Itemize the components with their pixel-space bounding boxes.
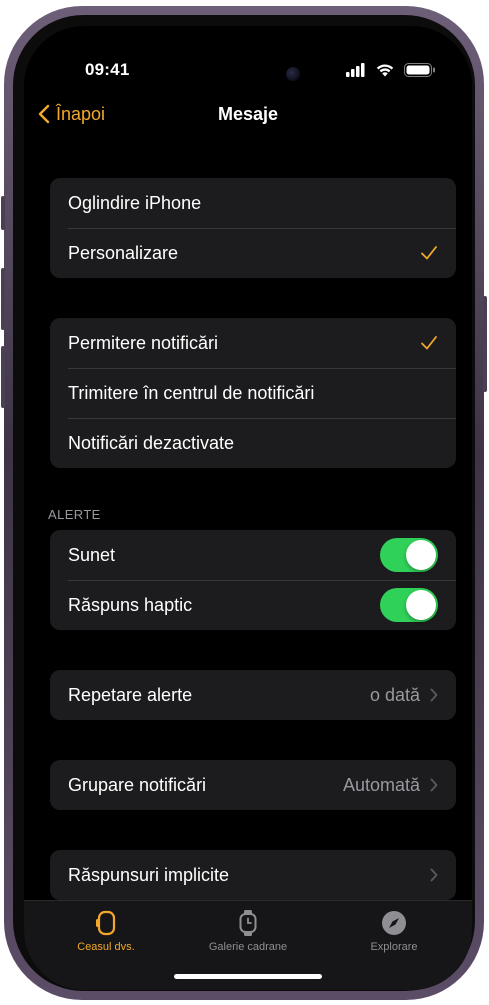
dynamic-island bbox=[188, 56, 314, 92]
option-value: Automată bbox=[342, 774, 420, 795]
option-label: Personalizare bbox=[68, 242, 179, 263]
mirror-settings-group: Oglindire iPhone Personalizare bbox=[50, 178, 456, 278]
compass-icon bbox=[324, 909, 464, 937]
toggle-knob bbox=[406, 540, 436, 570]
tab-label: Explorare bbox=[370, 941, 418, 953]
watch-icon bbox=[36, 909, 176, 937]
default-replies-group: Răspunsuri implicite bbox=[50, 850, 456, 900]
checkmark-icon bbox=[420, 245, 438, 261]
haptic-toggle[interactable] bbox=[380, 588, 438, 622]
checkmark-icon bbox=[420, 335, 438, 351]
option-send-to-notification-center[interactable]: Trimitere în centrul de notificări bbox=[50, 368, 456, 418]
tab-my-watch[interactable]: Ceasul dvs. bbox=[36, 909, 176, 953]
battery-icon bbox=[404, 63, 435, 77]
chevron-right-icon bbox=[430, 688, 438, 702]
haptic-row: Răspuns haptic bbox=[50, 580, 456, 630]
status-icons bbox=[346, 62, 438, 78]
section-header-alerts: ALERTE bbox=[48, 507, 101, 522]
option-label: Repetare alerte bbox=[68, 684, 193, 705]
wifi-icon bbox=[376, 64, 394, 77]
repeat-alerts-row[interactable]: Repetare alerte o dată bbox=[50, 670, 456, 720]
default-replies-row[interactable]: Răspunsuri implicite bbox=[50, 850, 456, 900]
tab-discover[interactable]: Explorare bbox=[324, 909, 464, 953]
option-label: Trimitere în centrul de notificări bbox=[68, 382, 315, 403]
group-notifications-row[interactable]: Grupare notificări Automată bbox=[50, 760, 456, 810]
option-label: Oglindire iPhone bbox=[68, 192, 202, 213]
volume-down-button bbox=[1, 346, 5, 408]
option-allow-notifications[interactable]: Permitere notificări bbox=[50, 318, 456, 368]
tab-label: Galerie cadrane bbox=[208, 941, 288, 953]
screen: 09:41 Înapoi Mesaje Oglindire iPhone Per… bbox=[24, 26, 472, 990]
option-custom[interactable]: Personalizare bbox=[50, 228, 456, 278]
tab-face-gallery[interactable]: Galerie cadrane bbox=[178, 909, 318, 953]
status-time: 09:41 bbox=[85, 60, 130, 79]
option-label: Grupare notificări bbox=[68, 774, 207, 795]
page-title: Mesaje bbox=[217, 104, 279, 124]
group-notifications-group: Grupare notificări Automată bbox=[50, 760, 456, 810]
option-notifications-off[interactable]: Notificări dezactivate bbox=[50, 418, 456, 468]
option-value: o dată bbox=[369, 684, 420, 705]
watch-face-icon bbox=[178, 909, 318, 937]
option-mirror-iphone[interactable]: Oglindire iPhone bbox=[50, 178, 456, 228]
repeat-alerts-group: Repetare alerte o dată bbox=[50, 670, 456, 720]
option-label: Răspunsuri implicite bbox=[68, 864, 230, 885]
notification-mode-group: Permitere notificări Trimitere în centru… bbox=[50, 318, 456, 468]
chevron-right-icon bbox=[430, 868, 438, 882]
signal-icon bbox=[346, 63, 435, 77]
option-label: Permitere notificări bbox=[68, 332, 219, 353]
action-button bbox=[1, 196, 5, 230]
tab-bar: Ceasul dvs. Galerie cadrane Explorare bbox=[24, 900, 472, 990]
sound-toggle[interactable] bbox=[380, 538, 438, 572]
option-label: Notificări dezactivate bbox=[68, 432, 235, 453]
sound-row: Sunet bbox=[50, 530, 456, 580]
option-label: Sunet bbox=[68, 544, 116, 565]
home-indicator[interactable] bbox=[174, 974, 322, 979]
chevron-right-icon bbox=[430, 778, 438, 792]
tab-label: Ceasul dvs. bbox=[77, 941, 135, 953]
volume-up-button bbox=[1, 268, 5, 330]
alerts-group: Sunet Răspuns haptic bbox=[50, 530, 456, 630]
phone-frame: 09:41 Înapoi Mesaje Oglindire iPhone Per… bbox=[1, 6, 487, 1000]
option-label: Răspuns haptic bbox=[68, 594, 193, 615]
side-button bbox=[483, 296, 487, 392]
camera-icon bbox=[286, 67, 300, 81]
toggle-knob bbox=[406, 590, 436, 620]
